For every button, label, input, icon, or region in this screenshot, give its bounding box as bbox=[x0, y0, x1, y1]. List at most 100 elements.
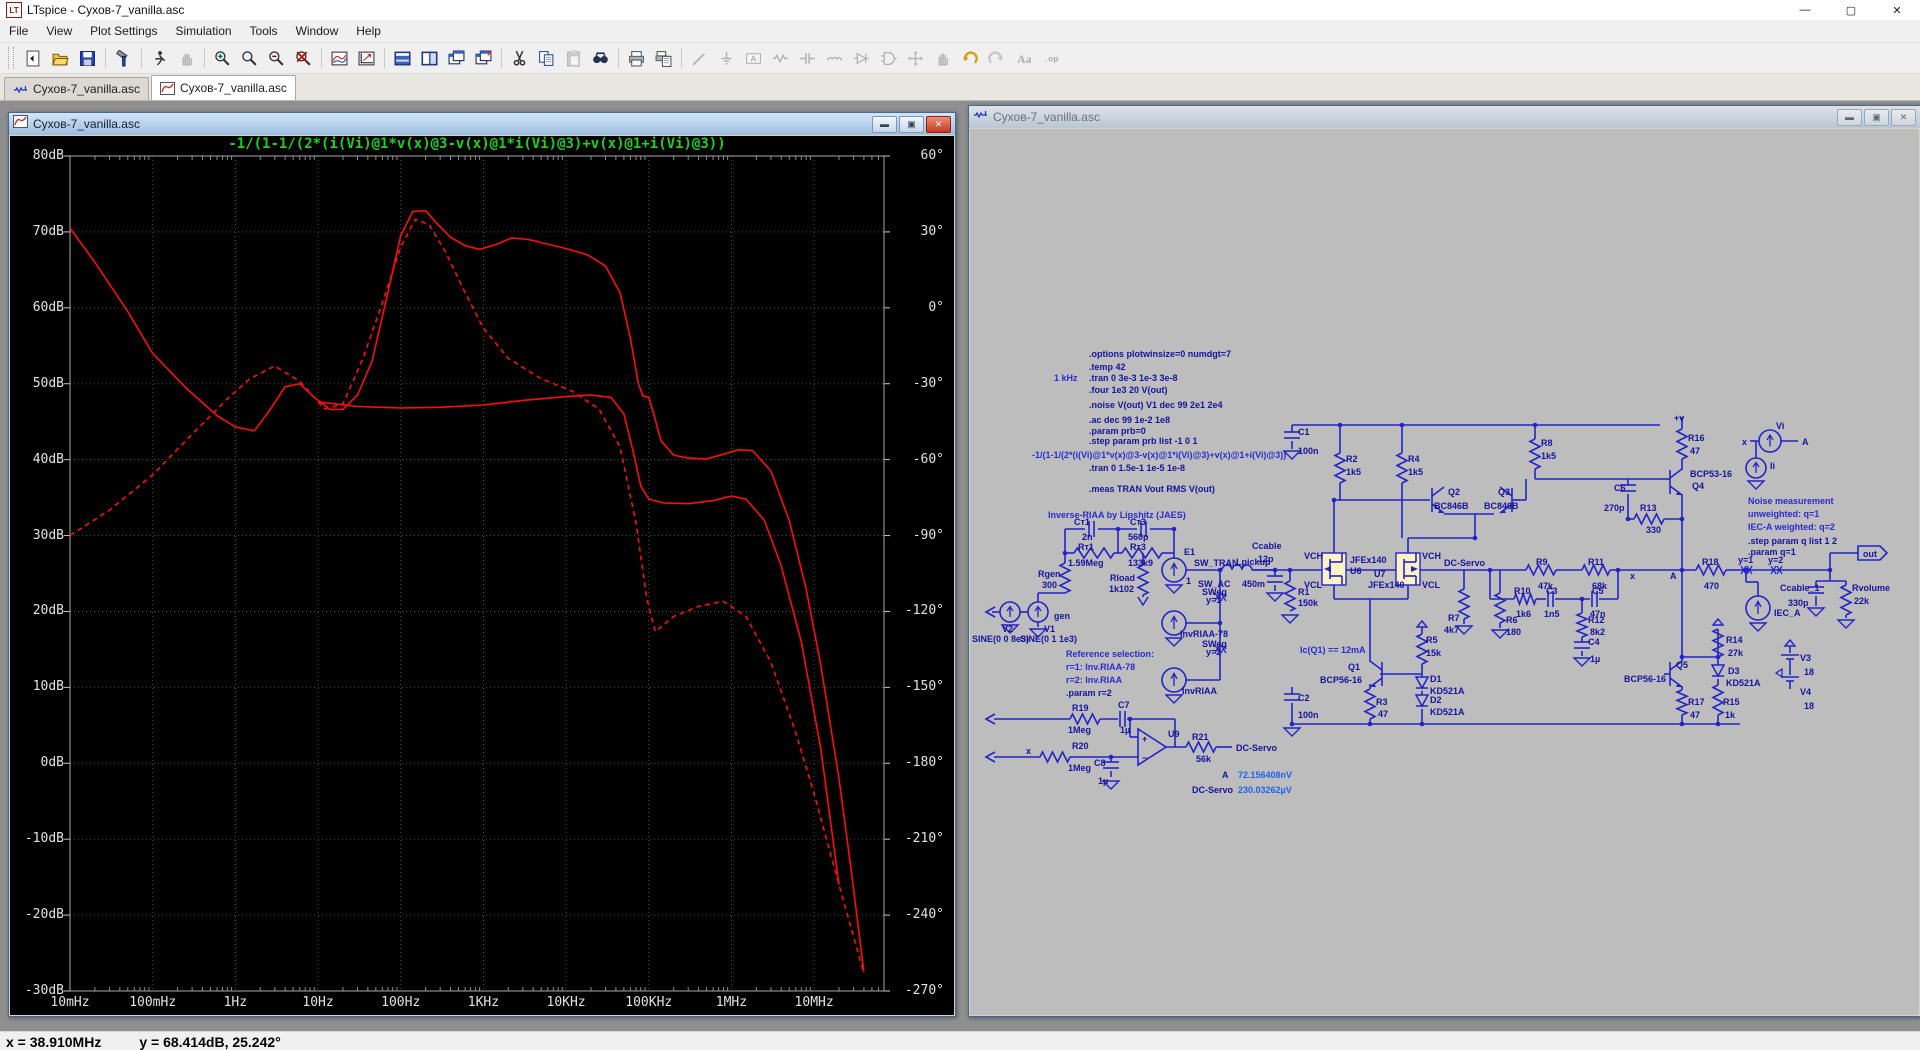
schematic-label: Noise measurement bbox=[1748, 496, 1834, 506]
run-icon[interactable] bbox=[147, 46, 172, 71]
menu-bar: File View Plot Settings Simulation Tools Wind… bbox=[0, 20, 1920, 43]
print-preview-icon[interactable] bbox=[651, 46, 676, 71]
cursor-y-readout: y = 68.414dB, 25.242° bbox=[139, 1033, 281, 1050]
mdi-area: Сухов-7_vanilla.asc ▬ ▣ ✕ -1/(1-1/(2*(i(… bbox=[0, 101, 1920, 1031]
schematic-window-titlebar[interactable]: Сухов-7_vanilla.asc ▬ ▣ ✕ bbox=[969, 106, 1920, 128]
schematic-label: Ic(Q1) == 12mA bbox=[1300, 645, 1366, 655]
autorange-icon[interactable] bbox=[327, 46, 352, 71]
tile-horizontal-icon[interactable] bbox=[390, 46, 415, 71]
save-icon[interactable] bbox=[75, 46, 100, 71]
schematic-label: 450m bbox=[1242, 579, 1265, 589]
menu-simulation[interactable]: Simulation bbox=[167, 21, 241, 41]
ltspice-app: LT LTspice - Сухов-7_vanilla.asc — ▢ ✕ F… bbox=[0, 0, 1920, 1050]
waveform-minimize-button[interactable]: ▬ bbox=[872, 115, 897, 133]
zoom-back-icon[interactable] bbox=[291, 46, 316, 71]
open-file-icon[interactable] bbox=[48, 46, 73, 71]
waveform-restore-button[interactable]: ▣ bbox=[899, 115, 924, 133]
schematic-label: 1k6 bbox=[1516, 609, 1531, 619]
schematic-label: Q1 bbox=[1348, 662, 1360, 672]
schematic-restore-button[interactable]: ▣ bbox=[1864, 108, 1889, 126]
plot-settings-icon[interactable] bbox=[354, 46, 379, 71]
schematic-label: 47 bbox=[1690, 710, 1700, 720]
menu-window[interactable]: Window bbox=[287, 21, 348, 41]
component-icon bbox=[876, 46, 901, 71]
schematic-label: Rт1 bbox=[1078, 542, 1094, 552]
schematic-label: Ccable_1 bbox=[1780, 583, 1820, 593]
toolbar-separator bbox=[105, 48, 106, 68]
schematic-label: .step param prb list -1 0 1 bbox=[1089, 436, 1198, 446]
diode-icon bbox=[849, 46, 874, 71]
halt-icon bbox=[174, 46, 199, 71]
draw-wire-icon bbox=[687, 46, 712, 71]
minimize-button[interactable]: — bbox=[1782, 0, 1828, 20]
tile-vertical-icon[interactable] bbox=[417, 46, 442, 71]
schematic-label: BCP56-16 bbox=[1624, 674, 1666, 684]
schematic-label: R21 bbox=[1192, 732, 1209, 742]
toolbar-separator bbox=[681, 48, 682, 68]
schematic-label: 47 bbox=[1378, 709, 1388, 719]
menu-tools[interactable]: Tools bbox=[241, 21, 287, 41]
waveform-window-titlebar[interactable]: Сухов-7_vanilla.asc ▬ ▣ ✕ bbox=[9, 113, 955, 135]
zoom-out-icon[interactable] bbox=[264, 46, 289, 71]
schematic-label: 1µ bbox=[1590, 654, 1600, 664]
toolbar-separator bbox=[384, 48, 385, 68]
plot-grid bbox=[64, 155, 890, 992]
schematic-label: 1 bbox=[1186, 576, 1191, 586]
schematic-label: 1Meg bbox=[1068, 725, 1091, 735]
new-schematic-icon[interactable] bbox=[21, 46, 46, 71]
control-panel-icon[interactable] bbox=[111, 46, 136, 71]
label-net-icon: A bbox=[741, 46, 766, 71]
move-icon bbox=[903, 46, 928, 71]
schematic-drawing: + − .options plotwinsize=0 numdgt=7 .temp 4… bbox=[972, 349, 1890, 795]
schematic-label: BC846B bbox=[1484, 501, 1519, 511]
find-icon[interactable] bbox=[588, 46, 613, 71]
menu-help[interactable]: Help bbox=[347, 21, 390, 41]
copy-icon[interactable] bbox=[534, 46, 559, 71]
schematic-label: R9 bbox=[1536, 557, 1548, 567]
waveform-canvas[interactable]: -1/(1-1/(2*(i(Vi)@1*v(x)@3-v(x)@1*i(Vi)@… bbox=[10, 136, 954, 1015]
schematic-label: IEC_A bbox=[1774, 608, 1801, 618]
menu-file[interactable]: File bbox=[0, 21, 37, 41]
schematic-label: VCL bbox=[1422, 580, 1441, 590]
print-icon[interactable] bbox=[624, 46, 649, 71]
window-controls: — ▢ ✕ bbox=[1782, 0, 1920, 20]
schematic-label: Rgen bbox=[1038, 569, 1061, 579]
cascade-icon[interactable] bbox=[444, 46, 469, 71]
y-right-tick: -270° bbox=[904, 983, 944, 998]
tab-2-waveform[interactable]: Сухов-7_vanilla.asc bbox=[150, 75, 296, 100]
schematic-close-button[interactable]: ✕ bbox=[1891, 108, 1916, 126]
schematic-label: 100n bbox=[1298, 446, 1319, 456]
schematic-label: .param r=2 bbox=[1066, 688, 1112, 698]
undo-icon[interactable] bbox=[957, 46, 982, 71]
title-bar: LT LTspice - Сухов-7_vanilla.asc — ▢ ✕ bbox=[0, 0, 1920, 20]
cascade-active-icon[interactable] bbox=[471, 46, 496, 71]
schematic-label: R6 bbox=[1506, 615, 1518, 625]
schematic-label: Q4 bbox=[1692, 481, 1704, 491]
zoom-in-icon[interactable] bbox=[210, 46, 235, 71]
schematic-label: R15 bbox=[1723, 697, 1740, 707]
schematic-label: R14 bbox=[1726, 635, 1743, 645]
zoom-full-icon[interactable] bbox=[237, 46, 262, 71]
schematic-label: Q2 bbox=[1448, 487, 1460, 497]
maximize-button[interactable]: ▢ bbox=[1828, 0, 1874, 20]
cut-icon[interactable] bbox=[507, 46, 532, 71]
capacitor-icon bbox=[795, 46, 820, 71]
svg-text:+: + bbox=[1142, 734, 1147, 744]
schematic-label: D2 bbox=[1430, 695, 1442, 705]
schematic-canvas[interactable]: + − .options plotwinsize=0 numdgt=7 .temp 4… bbox=[970, 129, 1919, 1015]
close-button[interactable]: ✕ bbox=[1874, 0, 1920, 20]
menu-view[interactable]: View bbox=[37, 21, 81, 41]
schematic-label: R13 bbox=[1640, 503, 1657, 513]
schematic-label: IEC-A weighted: q=2 bbox=[1748, 522, 1835, 532]
schematic-minimize-button[interactable]: ▬ bbox=[1837, 108, 1862, 126]
drag-icon bbox=[930, 46, 955, 71]
waveform-close-button[interactable]: ✕ bbox=[926, 115, 951, 133]
menu-plot-settings[interactable]: Plot Settings bbox=[81, 21, 166, 41]
schematic-label: y=2 bbox=[1206, 647, 1221, 657]
y-right-tick: 0° bbox=[928, 299, 944, 315]
schematic-label: InvRIAA bbox=[1182, 686, 1218, 696]
y-right-tick: -60° bbox=[912, 451, 944, 467]
y-right-tick: -120° bbox=[904, 603, 944, 619]
schematic-label: R4 bbox=[1408, 454, 1420, 464]
tab-1-schematic[interactable]: Сухов-7_vanilla.asc bbox=[4, 77, 149, 100]
